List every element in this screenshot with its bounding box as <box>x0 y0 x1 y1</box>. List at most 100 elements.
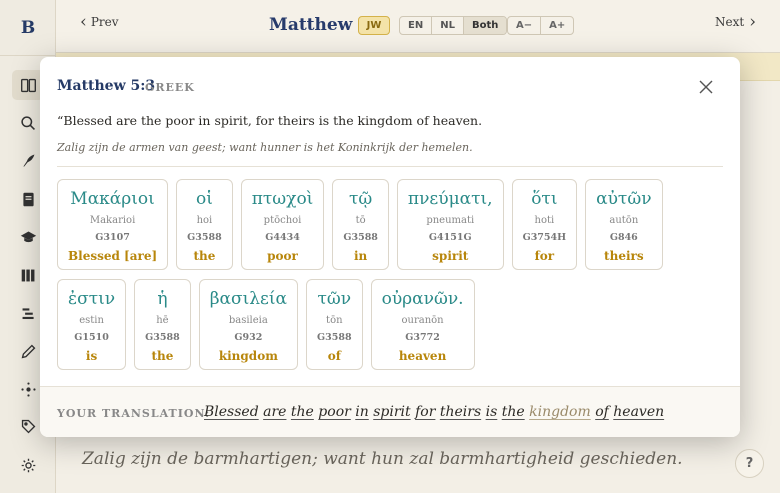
translation-label: YOUR TRANSLATION: <box>57 407 211 420</box>
word-card[interactable]: πτωχοὶ ptōchoi G4434 poor <box>240 179 325 270</box>
strongs-number: G3588 <box>317 332 352 343</box>
english-gloss: theirs <box>604 249 644 263</box>
translation-word[interactable]: the <box>291 404 314 420</box>
strongs-number: G846 <box>609 232 638 243</box>
english-gloss: of <box>327 349 341 363</box>
greek-word: ἐστιν <box>68 289 116 309</box>
translation-word[interactable]: heaven <box>613 404 664 420</box>
translation-word[interactable]: poor <box>318 404 351 420</box>
word-card[interactable]: οὐρανῶν. ouranōn G3772 heaven <box>370 279 475 370</box>
strongs-number: G3107 <box>95 232 130 243</box>
greek-word: ἡ <box>157 289 168 309</box>
word-card[interactable]: πνεύματι, pneumati G4151G spirit <box>396 179 504 270</box>
translation-word[interactable]: in <box>355 404 369 420</box>
transliteration: ptōchoi <box>263 215 302 226</box>
jw-badge[interactable]: JW <box>358 16 390 35</box>
prev-chapter-button[interactable]: ‹ Prev <box>80 14 119 31</box>
translation-word[interactable]: theirs <box>440 404 481 420</box>
transliteration: estin <box>79 315 104 326</box>
greek-word: τῷ <box>349 189 373 209</box>
strongs-number: G3772 <box>405 332 440 343</box>
close-button[interactable] <box>696 77 716 97</box>
transliteration: pneumati <box>426 215 475 226</box>
translation-word[interactable]: for <box>415 404 435 420</box>
strongs-number: G3754H <box>522 232 567 243</box>
greek-word: βασιλεία <box>209 289 288 309</box>
strongs-number: G1510 <box>74 332 109 343</box>
font-increase-button[interactable]: A+ <box>541 17 573 34</box>
word-card[interactable]: αὐτῶν autōn G846 theirs <box>585 179 663 270</box>
modal-language-label: GREEK <box>145 81 195 94</box>
top-navigation-bar: ‹ Prev Matthew 5 JW EN NL Both A− A+ Nex… <box>56 0 780 53</box>
english-gloss: is <box>85 349 98 363</box>
translation-word[interactable]: kingdom <box>529 404 591 420</box>
word-card[interactable]: ὅτι hoti G3754H for <box>511 179 578 270</box>
word-study-modal: Matthew 5:3 GREEK “Blessed are the poor … <box>40 57 740 437</box>
transliteration: tōn <box>326 315 343 326</box>
strongs-number: G4434 <box>265 232 300 243</box>
word-row-1: Μακάριοι Makarioi G3107 Blessed [are] οἱ hoi G… <box>57 179 727 270</box>
translation-word[interactable]: the <box>502 404 525 420</box>
translation-word[interactable]: spirit <box>373 404 410 420</box>
transliteration: tō <box>355 215 366 226</box>
translation-word[interactable]: Blessed <box>204 404 259 420</box>
app-logo[interactable]: B <box>0 0 56 56</box>
english-gloss: the <box>193 249 216 263</box>
language-option-en[interactable]: EN <box>400 17 433 34</box>
close-icon <box>699 80 713 94</box>
word-card[interactable]: οἱ hoi G3588 the <box>176 179 233 270</box>
greek-word: τῶν <box>317 289 352 309</box>
translation-word[interactable]: are <box>263 404 286 420</box>
next-chapter-button[interactable]: Next › <box>714 12 756 32</box>
divider <box>57 166 723 167</box>
font-size-controls: A− A+ <box>507 16 575 35</box>
gear-icon[interactable] <box>12 450 44 480</box>
english-gloss: spirit <box>432 249 469 263</box>
interlinear-words: Μακάριοι Makarioi G3107 Blessed [are] οἱ hoi G… <box>57 179 727 379</box>
help-button[interactable]: ? <box>735 449 764 478</box>
language-option-both[interactable]: Both <box>463 17 507 34</box>
english-gloss: for <box>534 249 555 263</box>
transliteration: hē <box>156 315 169 326</box>
strongs-number: G3588 <box>145 332 180 343</box>
user-translation[interactable]: Blessed are the poor in spirit for their… <box>204 404 664 420</box>
strongs-number: G3588 <box>187 232 222 243</box>
word-card[interactable]: ἡ hē G3588 the <box>134 279 191 370</box>
translation-word[interactable]: is <box>486 404 498 420</box>
verse-dutch: Zalig zijn de armen van geest; want hunn… <box>57 141 473 154</box>
strongs-number: G4151G <box>428 232 472 243</box>
greek-word: αὐτῶν <box>596 189 652 209</box>
english-gloss: kingdom <box>218 349 278 363</box>
translation-footer: YOUR TRANSLATION: Blessed are the poor i… <box>40 386 740 437</box>
chevron-right-icon: › <box>749 12 756 32</box>
transliteration: Makarioi <box>89 215 136 226</box>
translation-word[interactable]: of <box>595 404 609 420</box>
transliteration: autōn <box>609 215 639 226</box>
word-card[interactable]: Μακάριοι Makarioi G3107 Blessed [are] <box>57 179 169 270</box>
prev-label: Prev <box>90 15 119 29</box>
verse-english: “Blessed are the poor in spirit, for the… <box>57 113 483 128</box>
english-gloss: the <box>151 349 174 363</box>
strongs-number: G3588 <box>343 232 378 243</box>
language-option-nl[interactable]: NL <box>432 17 464 34</box>
english-gloss: heaven <box>398 349 447 363</box>
word-card[interactable]: τῶν tōn G3588 of <box>306 279 363 370</box>
greek-word: οἱ <box>195 189 213 209</box>
transliteration: ouranōn <box>401 315 444 326</box>
next-label: Next <box>714 15 745 29</box>
word-card[interactable]: ἐστιν estin G1510 is <box>57 279 127 370</box>
english-gloss: Blessed [are] <box>68 249 158 263</box>
word-row-2: ἐστιν estin G1510 is ἡ hē G3588 the βασιλεία basi… <box>57 279 727 370</box>
word-card[interactable]: τῷ tō G3588 in <box>332 179 389 270</box>
english-gloss: in <box>353 249 368 263</box>
word-card[interactable]: βασιλεία basileia G932 kingdom <box>198 279 299 370</box>
transliteration: basileia <box>228 315 268 326</box>
chapter-title: Matthew 5 <box>269 15 371 35</box>
english-gloss: poor <box>267 249 298 263</box>
greek-word: πτωχοὶ <box>251 189 314 209</box>
transliteration: hoi <box>196 215 213 226</box>
background-dutch-verse: Zalig zijn de barmhartigen; want hun zal… <box>82 449 683 469</box>
font-decrease-button[interactable]: A− <box>508 17 542 34</box>
greek-word: Μακάριοι <box>70 189 155 209</box>
greek-word: οὐρανῶν. <box>381 289 464 309</box>
